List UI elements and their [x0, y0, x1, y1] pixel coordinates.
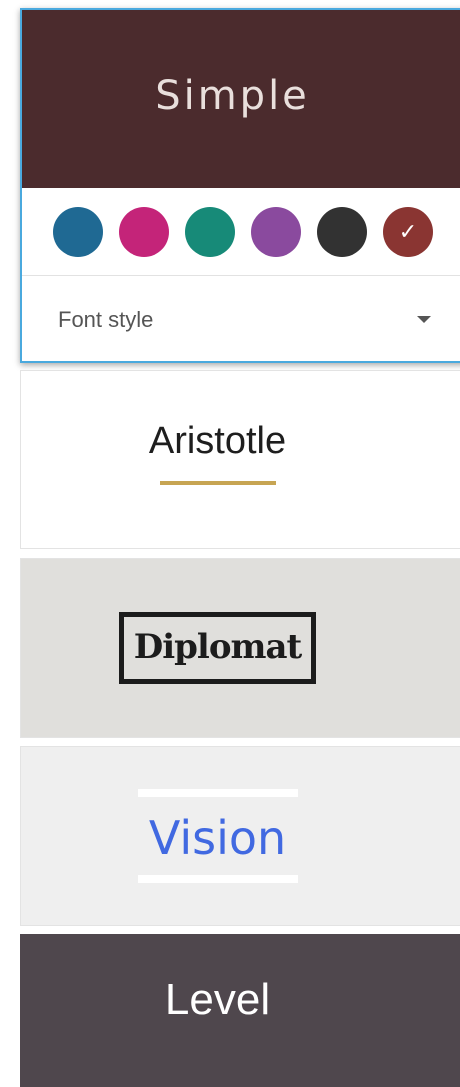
theme-picker-panel: Simple ✓ Font style Aristotle Diplomat V…	[0, 0, 460, 1087]
theme-card-diplomat[interactable]: Diplomat	[20, 558, 460, 738]
diplomat-frame: Diplomat	[118, 612, 317, 684]
theme-card-vision[interactable]: Vision	[20, 746, 460, 926]
theme-card-level[interactable]: Level	[20, 934, 460, 1087]
color-swatch-magenta[interactable]	[119, 206, 169, 257]
theme-name-aristotle: Aristotle	[148, 420, 287, 462]
font-style-dropdown[interactable]: Font style	[22, 276, 460, 363]
theme-name-level: Level	[164, 975, 271, 1024]
check-icon: ✓	[398, 218, 418, 244]
theme-card-aristotle[interactable]: Aristotle	[20, 370, 460, 549]
font-style-label: Font style	[58, 306, 154, 332]
vision-bottom-bar	[137, 875, 298, 883]
caret-down-icon	[417, 316, 431, 323]
selected-theme-preview[interactable]: Simple	[22, 10, 460, 188]
color-swatch-purple[interactable]	[251, 206, 301, 257]
color-swatch-row: ✓	[22, 188, 460, 276]
color-swatch-blue[interactable]	[53, 206, 103, 257]
selected-theme-card: Simple ✓ Font style	[20, 8, 460, 363]
selected-theme-title: Simple	[155, 73, 310, 119]
color-swatch-teal[interactable]	[185, 206, 235, 257]
vision-top-bar	[137, 789, 298, 797]
theme-name-vision: Vision	[148, 811, 287, 865]
aristotle-underline	[159, 481, 276, 485]
color-swatch-charcoal[interactable]	[317, 206, 367, 257]
color-swatch-maroon[interactable]: ✓	[383, 206, 433, 257]
vision-lockup: Vision	[137, 789, 298, 883]
theme-name-diplomat: Diplomat	[133, 627, 302, 667]
